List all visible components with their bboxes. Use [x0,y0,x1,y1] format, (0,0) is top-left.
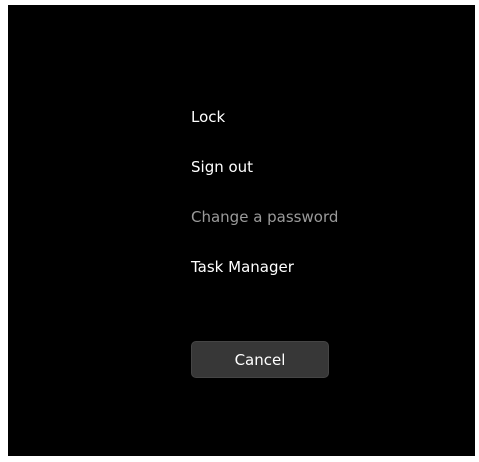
change-password-option[interactable]: Change a password [191,205,338,229]
lock-option[interactable]: Lock [191,105,338,129]
cancel-button[interactable]: Cancel [191,341,329,378]
security-options-screen: Lock Sign out Change a password Task Man… [8,5,475,456]
task-manager-option[interactable]: Task Manager [191,255,338,279]
sign-out-option[interactable]: Sign out [191,155,338,179]
security-options-menu: Lock Sign out Change a password Task Man… [191,105,338,305]
